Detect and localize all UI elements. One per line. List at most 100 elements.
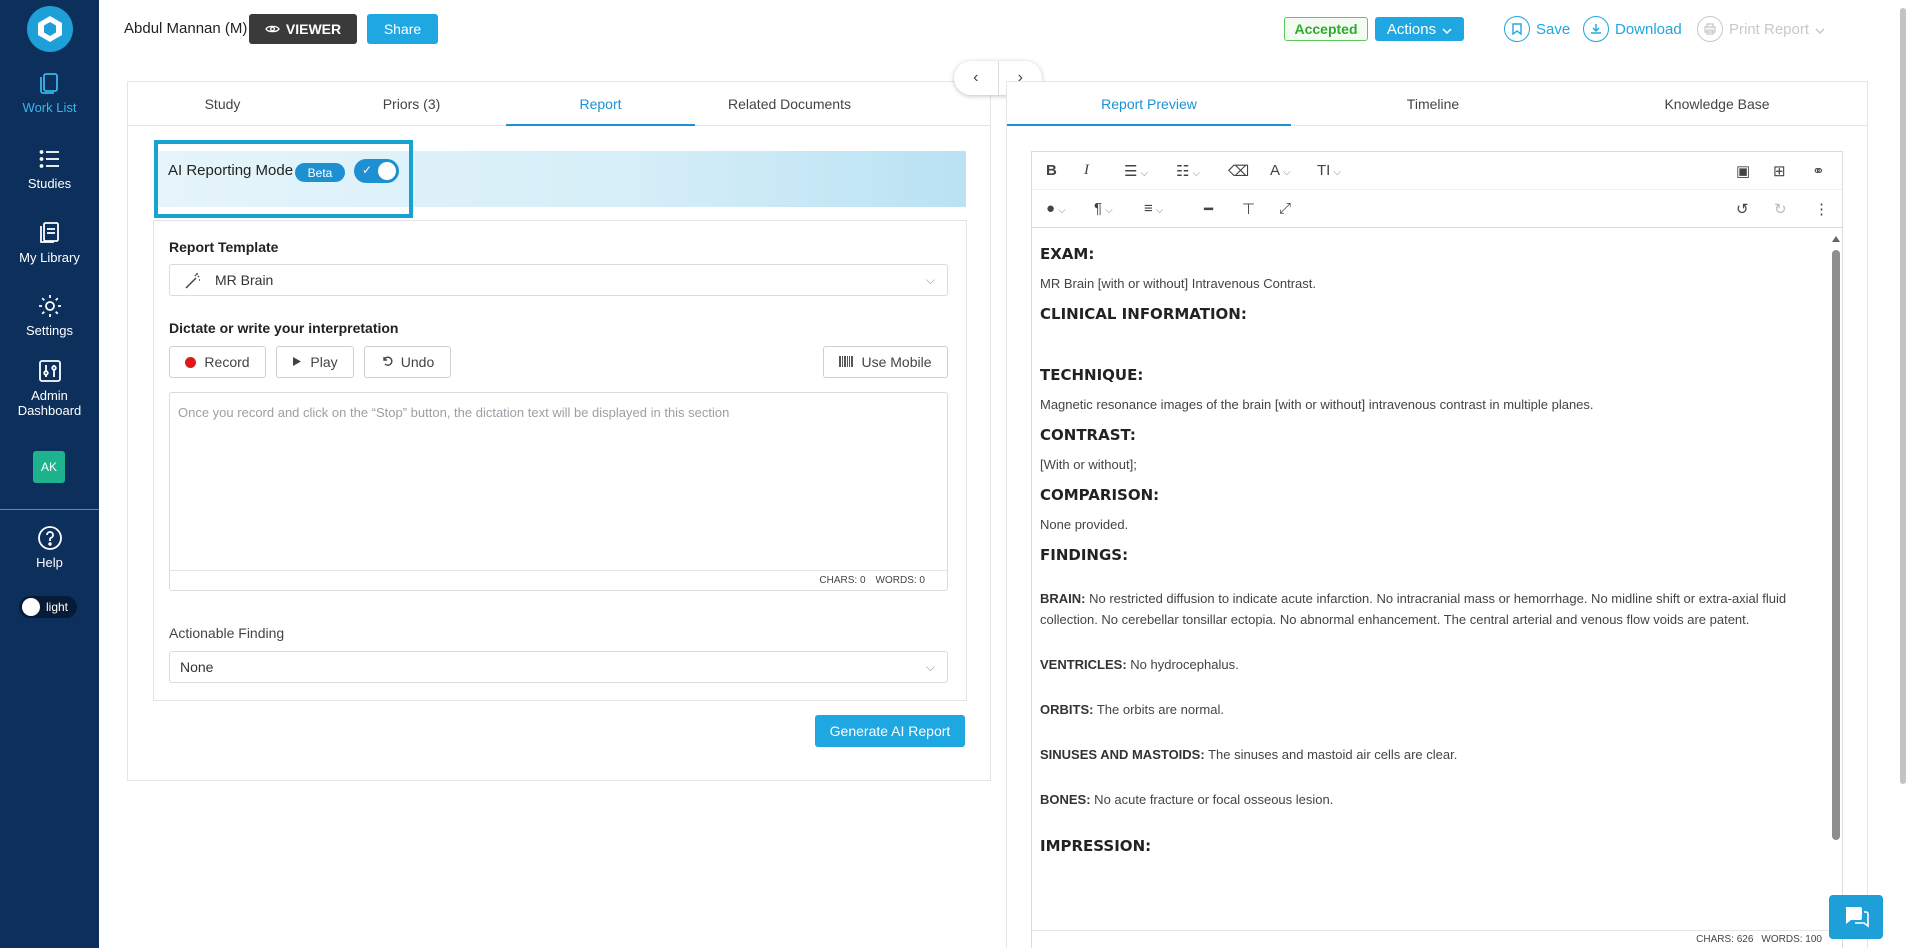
use-mobile-button[interactable]: Use Mobile — [823, 346, 948, 378]
table-icon[interactable]: ⊞ — [1773, 162, 1786, 180]
bold-icon[interactable]: B — [1046, 162, 1057, 179]
report-paragraph: VENTRICLES: No hydrocephalus. — [1040, 654, 1820, 675]
link-icon[interactable]: ⚭ — [1812, 162, 1825, 180]
generate-ai-report-button[interactable]: Generate AI Report — [815, 715, 965, 747]
report-paragraph: None provided. — [1040, 517, 1129, 532]
report-template-select[interactable]: MR Brain ⌵ — [169, 264, 948, 296]
format-painter-icon[interactable]: ⊤ — [1242, 200, 1255, 218]
sidebar-item-label: Studies — [27, 176, 72, 191]
sidebar-item-admin-dashboard[interactable]: Admin Dashboard — [0, 358, 99, 418]
sidebar-item-my-library[interactable]: My Library — [0, 220, 99, 265]
report-value: No restricted diffusion to indicate acut… — [1040, 591, 1787, 627]
report-paragraph: Magnetic resonance images of the brain [… — [1040, 397, 1594, 412]
printer-icon — [1697, 16, 1723, 42]
report-value: No acute fracture or focal osseous lesio… — [1090, 792, 1334, 807]
print-report-button[interactable]: Print Report — [1697, 14, 1825, 44]
redo-icon[interactable]: ↻ — [1774, 200, 1787, 218]
theme-toggle[interactable]: light — [19, 596, 77, 618]
chat-button[interactable] — [1829, 895, 1883, 939]
more-vertical-icon[interactable]: ⋮ — [1814, 200, 1829, 218]
download-label: Download — [1615, 20, 1682, 38]
tab-knowledge-base[interactable]: Knowledge Base — [1575, 82, 1859, 125]
app-logo-icon[interactable] — [27, 6, 73, 52]
report-content[interactable]: EXAM: MR Brain [with or without] Intrave… — [1040, 236, 1820, 916]
library-icon — [39, 222, 59, 243]
chevron-down-icon: ⌵ — [925, 660, 935, 674]
dictation-textarea[interactable]: Once you record and click on the “Stop” … — [169, 392, 948, 591]
avatar[interactable]: AK — [33, 451, 65, 483]
tab-timeline[interactable]: Timeline — [1291, 82, 1575, 125]
save-label: Save — [1536, 20, 1571, 38]
sidebar-item-help[interactable]: Help — [0, 525, 99, 570]
tab-report-preview[interactable]: Report Preview — [1007, 82, 1291, 126]
gear-icon — [38, 295, 61, 317]
undo-icon[interactable]: ↺ — [1736, 200, 1749, 218]
report-value: The orbits are normal. — [1093, 702, 1224, 717]
tab-related-documents[interactable]: Related Documents — [695, 82, 884, 125]
list-icon — [39, 150, 59, 168]
numbered-list-icon[interactable]: ☷ ⌵ — [1176, 162, 1200, 180]
help-icon — [37, 526, 62, 550]
horizontal-rule-icon[interactable]: ━ — [1204, 200, 1213, 218]
paragraph-icon[interactable]: ¶ ⌵ — [1094, 200, 1113, 217]
undo-button[interactable]: Undo — [364, 346, 451, 378]
editor-scrollbar[interactable] — [1832, 236, 1840, 916]
barcode-icon — [839, 354, 854, 370]
font-color-icon[interactable]: A ⌵ — [1270, 162, 1291, 179]
sidebar-item-studies[interactable]: Studies — [0, 146, 99, 191]
share-button[interactable]: Share — [367, 14, 438, 44]
actionable-finding-select[interactable]: None ⌵ — [169, 651, 948, 683]
italic-icon[interactable]: I — [1084, 162, 1089, 179]
editor-words: WORDS: 100 — [1761, 934, 1822, 945]
report-heading: IMPRESSION: — [1040, 837, 1152, 855]
record-label: Record — [204, 354, 250, 370]
ai-mode-toggle[interactable]: ✓ — [354, 159, 399, 183]
magic-wand-icon — [184, 272, 202, 293]
report-heading: EXAM: — [1040, 245, 1095, 263]
theme-toggle-knob — [22, 598, 40, 616]
chat-icon — [1842, 904, 1870, 931]
tab-priors[interactable]: Priors (3) — [317, 82, 506, 125]
dictation-footer: CHARS: 0 WORDS: 0 — [170, 570, 947, 590]
play-button[interactable]: Play — [276, 346, 354, 378]
ai-reporting-mode-label: AI Reporting Mode — [168, 162, 294, 179]
report-key: BRAIN: — [1040, 591, 1086, 606]
eraser-icon[interactable]: ⌫ — [1228, 162, 1249, 180]
patient-name: Abdul Mannan (M) — [124, 20, 248, 37]
actions-button[interactable]: Actions — [1375, 17, 1464, 41]
report-paragraph: MR Brain [with or without] Intravenous C… — [1040, 276, 1317, 291]
report-paragraph: BRAIN: No restricted diffusion to indica… — [1040, 588, 1820, 630]
sidebar-item-label: My Library — [19, 250, 80, 265]
tab-report[interactable]: Report — [506, 82, 695, 126]
bookmark-icon — [1504, 16, 1530, 42]
image-icon[interactable]: ▣ — [1736, 162, 1750, 180]
report-editor: B I ☰ ⌵ ☷ ⌵ ⌫ A ⌵ TI ⌵ ▣ ⊞ ⚭ ● ⌵ ¶ ⌵ ≡ ⌵ ━ ⊤ ⤢ … — [1031, 151, 1843, 948]
check-icon: ✓ — [362, 163, 373, 177]
report-heading: TECHNIQUE: — [1040, 366, 1144, 384]
editor-scroll-thumb[interactable] — [1832, 250, 1840, 840]
bullet-list-icon[interactable]: ☰ ⌵ — [1124, 162, 1148, 180]
sidebar-item-worklist[interactable]: Work List — [0, 70, 99, 115]
sidebar-item-settings[interactable]: Settings — [0, 293, 99, 338]
fullscreen-icon[interactable]: ⤢ — [1279, 200, 1291, 217]
highlight-color-icon[interactable]: ● ⌵ — [1046, 200, 1066, 217]
align-icon[interactable]: ≡ ⌵ — [1144, 200, 1163, 217]
download-button[interactable]: Download — [1583, 14, 1682, 44]
save-button[interactable]: Save — [1504, 14, 1570, 44]
sidebar-divider — [0, 509, 99, 510]
download-icon — [1583, 16, 1609, 42]
dictate-label: Dictate or write your interpretation — [169, 320, 399, 336]
report-heading: COMPARISON: — [1040, 486, 1160, 504]
page-scrollbar[interactable] — [1900, 8, 1906, 784]
report-paragraph: SINUSES AND MASTOIDS: The sinuses and ma… — [1040, 744, 1820, 765]
viewer-button[interactable]: VIEWER — [249, 14, 357, 44]
record-button[interactable]: Record — [169, 346, 266, 378]
report-template-label: Report Template — [169, 239, 279, 255]
theme-label: light — [46, 600, 69, 614]
record-dot-icon — [185, 356, 197, 368]
tab-study[interactable]: Study — [128, 82, 317, 125]
report-template-value: MR Brain — [215, 272, 274, 288]
chevron-left-icon[interactable]: ‹ — [954, 61, 999, 95]
font-size-icon[interactable]: TI ⌵ — [1317, 162, 1341, 179]
scroll-up-icon[interactable] — [1832, 236, 1840, 242]
